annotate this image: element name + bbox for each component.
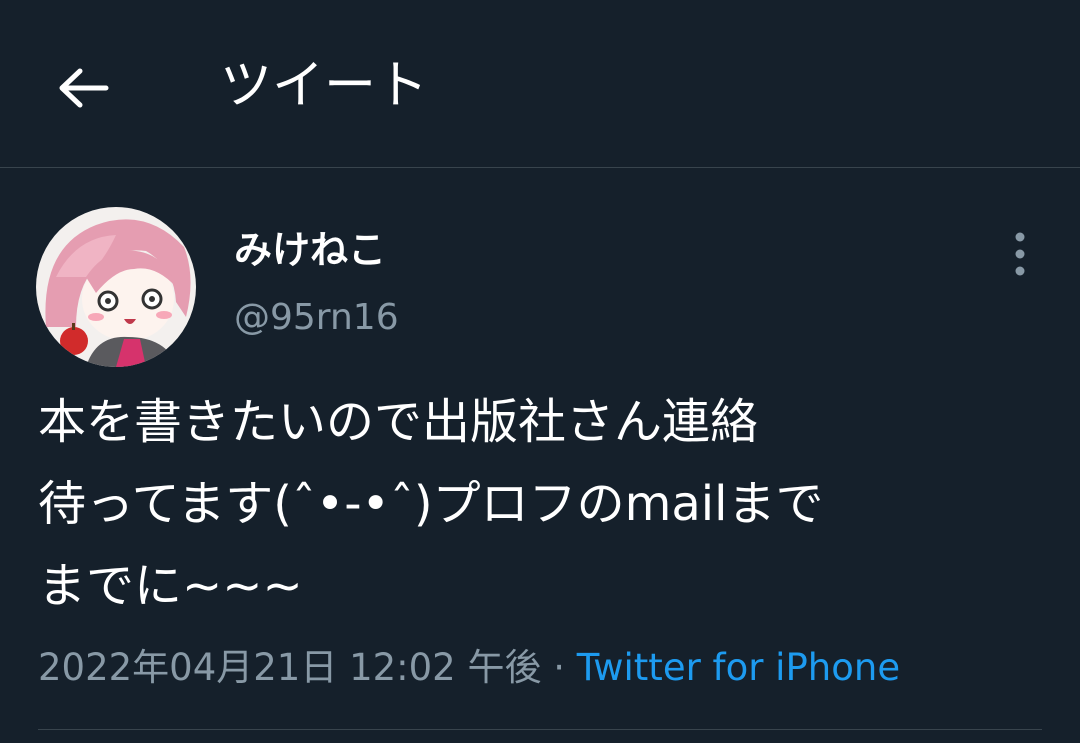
tweet-text-line: 待ってます(ˆ•-•ˆ)プロフのmailまで <box>38 476 824 532</box>
top-bar: ツイート <box>0 0 1080 168</box>
page-title: ツイート <box>220 56 429 116</box>
author-username[interactable]: @95rn16 <box>234 293 399 343</box>
tweet-timestamp[interactable]: 2022年04月21日 12:02 午後 <box>38 646 541 689</box>
divider <box>38 729 1042 730</box>
avatar-illustration <box>36 207 196 367</box>
author-display-name[interactable]: みけねこ <box>234 225 386 275</box>
tweet-text: 本を書きたいので出版社さん連絡 待ってます(ˆ•-•ˆ)プロフのmailまで ま… <box>38 381 1058 627</box>
tweet-text-line: までに~~~ <box>38 558 303 614</box>
more-vertical-icon <box>1015 232 1025 276</box>
more-options-button[interactable] <box>1000 229 1040 279</box>
back-arrow-icon <box>59 68 109 108</box>
tweet-meta: 2022年04月21日 12:02 午後 · Twitter for iPhon… <box>38 643 900 693</box>
tweet: みけねこ @95rn16 本を書きたいので出版社さん連絡 待ってます(ˆ•-•ˆ… <box>0 169 1080 743</box>
meta-separator: · <box>541 646 577 689</box>
avatar[interactable] <box>36 207 196 367</box>
tweet-source-link[interactable]: Twitter for iPhone <box>577 646 900 689</box>
tweet-text-line: 本を書きたいので出版社さん連絡 <box>38 394 759 450</box>
back-button[interactable] <box>50 60 120 116</box>
